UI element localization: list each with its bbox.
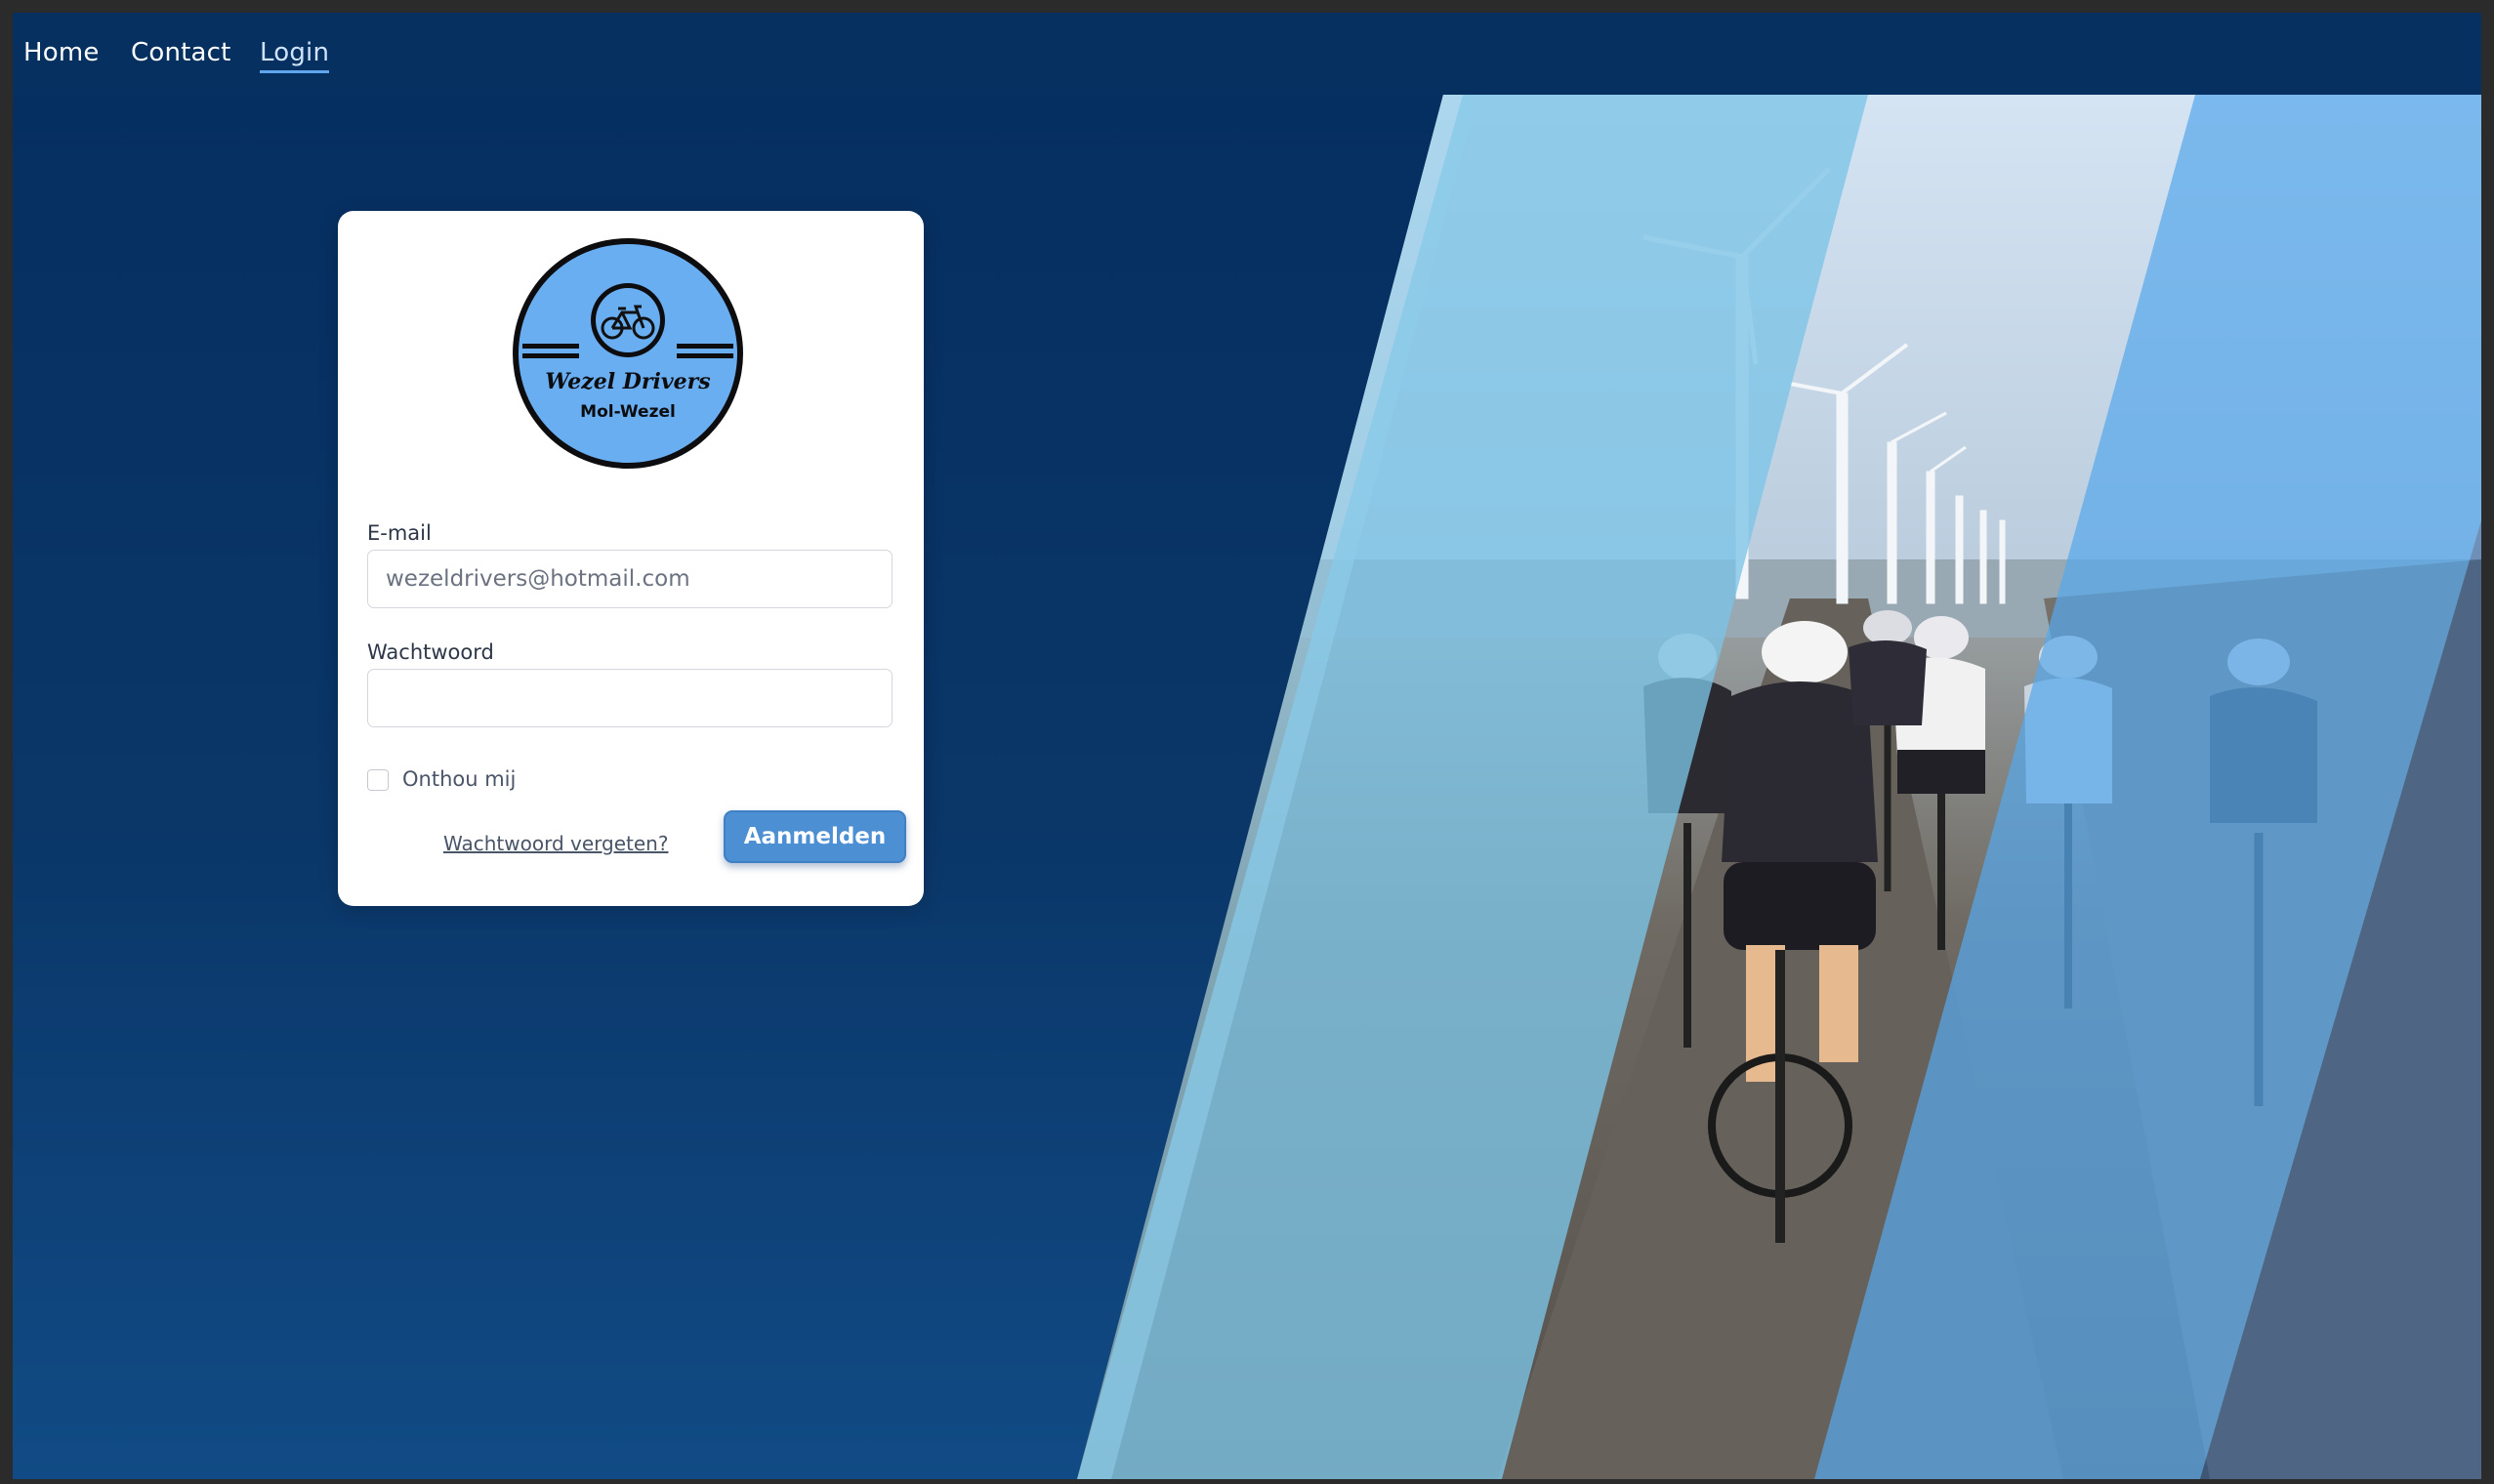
forgot-password-link[interactable]: Wachtwoord vergeten? (443, 830, 668, 857)
login-card: Wezel Drivers Mol-Wezel E-mail Wachtwoor… (338, 211, 924, 906)
password-field[interactable] (367, 669, 893, 727)
navbar: Home Contact Login (13, 13, 2481, 95)
login-submit-button[interactable]: Aanmelden (724, 810, 906, 863)
logo-text-location: Mol-Wezel (580, 402, 676, 422)
club-logo: Wezel Drivers Mol-Wezel (513, 238, 743, 469)
app-window: Home Contact Login Wezel Drivers Mol-Wez… (13, 13, 2481, 1479)
nav-login-link[interactable]: Login (260, 36, 330, 73)
remember-me-checkbox[interactable] (367, 769, 389, 791)
remember-me-label[interactable]: Onthou mij (402, 765, 516, 793)
logo-text-name: Wezel Drivers (545, 369, 710, 394)
nav-contact-link[interactable]: Contact (131, 36, 231, 69)
email-field[interactable] (367, 550, 893, 608)
email-label: E-mail (367, 521, 432, 545)
nav-home-link[interactable]: Home (23, 36, 100, 69)
password-label: Wachtwoord (367, 640, 494, 664)
